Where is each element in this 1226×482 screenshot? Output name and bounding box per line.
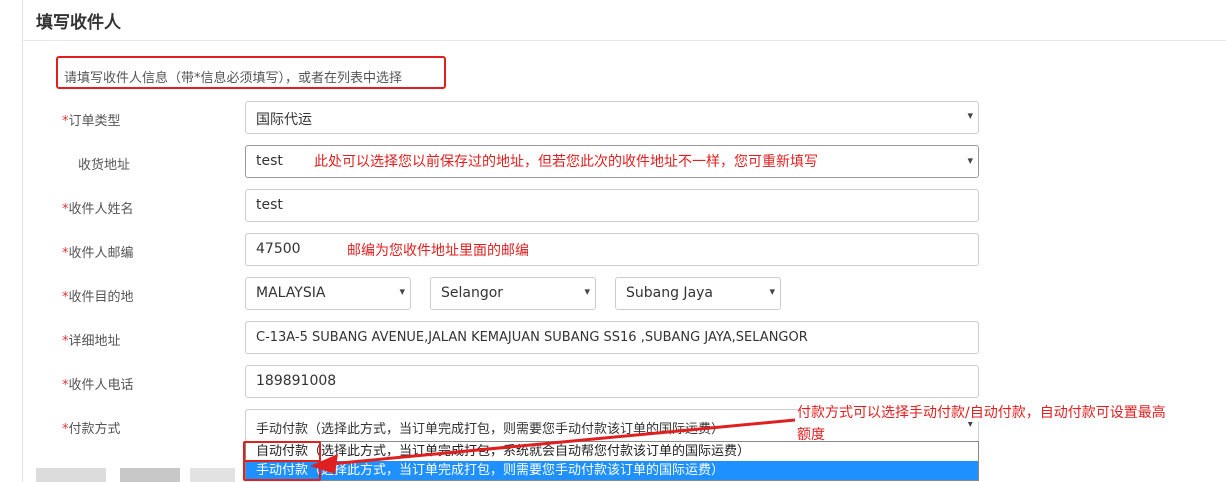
arrow-line bbox=[329, 418, 796, 466]
arrow-head-icon bbox=[310, 454, 338, 474]
blurred-area bbox=[36, 468, 106, 482]
blurred-area bbox=[190, 468, 235, 482]
arrow-annotation bbox=[310, 418, 796, 474]
blurred-area bbox=[120, 468, 180, 482]
